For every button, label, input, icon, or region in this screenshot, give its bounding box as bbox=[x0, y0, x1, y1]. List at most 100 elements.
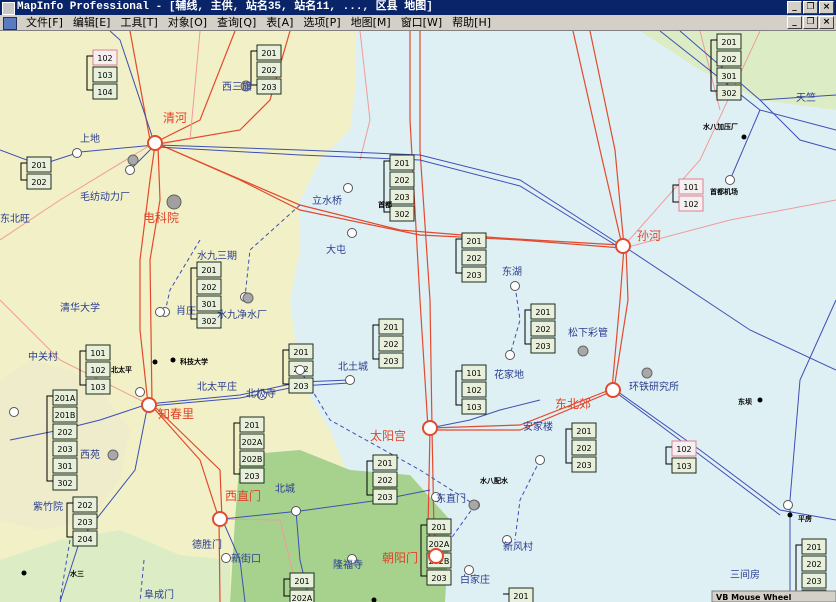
place-label: 清华大学 bbox=[60, 301, 100, 314]
place-label: 西苑 bbox=[80, 448, 100, 461]
place-label: 紫竹院 bbox=[33, 500, 63, 513]
menu-options[interactable]: 选项[P] bbox=[298, 15, 345, 30]
box-label: 201 bbox=[431, 523, 446, 532]
node-icon bbox=[295, 365, 305, 375]
place-label: 水八配水 bbox=[480, 476, 509, 485]
place-label: 首都 bbox=[378, 200, 392, 209]
place-label: 北太平庄 bbox=[197, 380, 237, 393]
box-label: 201 bbox=[201, 266, 216, 275]
box-label: 203 bbox=[77, 518, 92, 527]
place-label: 新街口 bbox=[231, 552, 261, 565]
menu-bar: 文件[F] 编辑[E] 工具[T] 对象[O] 查询[Q] 表[A] 选项[P] 地图[M] 窗… bbox=[0, 15, 836, 31]
node-icon bbox=[510, 281, 520, 291]
node-icon bbox=[464, 565, 474, 575]
red-station-icon bbox=[422, 420, 438, 436]
red-station-label: 朝阳门 bbox=[382, 550, 418, 565]
menu-edit[interactable]: 编辑[E] bbox=[68, 15, 116, 30]
box-label: 202 bbox=[377, 476, 392, 485]
black-dot-icon bbox=[152, 359, 158, 365]
menu-table[interactable]: 表[A] bbox=[261, 15, 298, 30]
place-label: 平房 bbox=[798, 514, 812, 523]
box-label: 201 bbox=[31, 161, 46, 170]
box-label: 201 bbox=[294, 577, 309, 586]
node-icon bbox=[9, 407, 19, 417]
box-label: 201 bbox=[261, 49, 276, 58]
box-label: 202 bbox=[383, 340, 398, 349]
box-label: 102 bbox=[676, 445, 691, 454]
box-label: 202 bbox=[806, 560, 821, 569]
red-station-icon bbox=[428, 548, 444, 564]
red-station-icon bbox=[212, 511, 228, 527]
box-label: 203 bbox=[293, 382, 308, 391]
place-label: 花家地 bbox=[494, 368, 524, 381]
place-label: 中关村 bbox=[28, 350, 58, 363]
close-button[interactable]: × bbox=[819, 1, 834, 14]
map-canvas[interactable]: 102 103 104 201 202 203 201 202 201 202 203 302 201 2… bbox=[0, 31, 836, 602]
box-label: 203 bbox=[383, 357, 398, 366]
minimize-button[interactable]: _ bbox=[787, 1, 802, 14]
box-label: 201B bbox=[55, 411, 76, 420]
box-label: 202 bbox=[721, 55, 736, 64]
place-label: 隆福寺 bbox=[333, 558, 363, 571]
box-label: 201 bbox=[576, 427, 591, 436]
menu-query[interactable]: 查询[Q] bbox=[212, 15, 261, 30]
box-label: 102 bbox=[90, 366, 105, 375]
box-label: 203 bbox=[261, 83, 276, 92]
map-window-icon[interactable] bbox=[3, 17, 17, 30]
restore-button[interactable]: ❐ bbox=[803, 1, 818, 14]
box-label: 202 bbox=[466, 254, 481, 263]
place-label: 西三旗 bbox=[222, 80, 252, 93]
box-label: 302 bbox=[57, 479, 72, 488]
box-label: 101 bbox=[466, 369, 481, 378]
node-icon bbox=[535, 455, 545, 465]
menu-file[interactable]: 文件[F] bbox=[21, 15, 68, 30]
node-icon bbox=[347, 228, 357, 238]
place-label: 首都机场 bbox=[710, 187, 738, 196]
box-label: 202 bbox=[576, 444, 591, 453]
menu-map[interactable]: 地图[M] bbox=[346, 15, 396, 30]
menu-objects[interactable]: 对象[O] bbox=[163, 15, 212, 30]
box-label: 102 bbox=[97, 54, 112, 63]
doc-minimize-button[interactable]: _ bbox=[787, 16, 802, 29]
box-label: 202 bbox=[394, 176, 409, 185]
red-station-icon bbox=[147, 135, 163, 151]
place-label: 阜成门 bbox=[144, 588, 174, 601]
menu-help[interactable]: 帮助[H] bbox=[447, 15, 496, 30]
node-icon bbox=[783, 500, 793, 510]
scroll-strip-label: VB Mouse Wheel bbox=[716, 593, 792, 602]
box-label: 203 bbox=[377, 493, 392, 502]
place-label: 东坝 bbox=[738, 397, 752, 406]
box-label: 102 bbox=[466, 386, 481, 395]
grey-node-icon bbox=[577, 345, 589, 357]
box-label: 203 bbox=[394, 193, 409, 202]
box-label: 202 bbox=[77, 501, 92, 510]
box-label: 202A bbox=[429, 540, 450, 549]
doc-restore-button[interactable]: ❐ bbox=[803, 16, 818, 29]
red-station-icon bbox=[615, 238, 631, 254]
landmark-label: 电科院 bbox=[143, 211, 179, 225]
box-label: 201 bbox=[535, 308, 550, 317]
menu-window[interactable]: 窗口[W] bbox=[396, 15, 447, 30]
grey-node-icon bbox=[107, 449, 119, 461]
place-label: 天竺 bbox=[796, 91, 816, 104]
menu-tools[interactable]: 工具[T] bbox=[115, 15, 162, 30]
map-window[interactable]: 102 103 104 201 202 203 201 202 201 202 203 302 201 2… bbox=[0, 31, 836, 602]
box-label: 201 bbox=[293, 348, 308, 357]
box-label: 301 bbox=[201, 300, 216, 309]
place-label: 北城 bbox=[275, 483, 295, 495]
red-station-icon bbox=[605, 382, 621, 398]
landmark-icon bbox=[166, 194, 182, 210]
node-icon bbox=[125, 165, 135, 175]
grey-node-icon bbox=[641, 367, 653, 379]
node-icon bbox=[155, 307, 165, 317]
box-label: 201 bbox=[383, 323, 398, 332]
place-label: 安家楼 bbox=[523, 420, 553, 433]
box-label: 202 bbox=[31, 178, 46, 187]
place-label: 肖庄 bbox=[176, 304, 196, 317]
map-background bbox=[0, 31, 836, 602]
place-label: 水三 bbox=[70, 569, 84, 578]
box-label: 302 bbox=[394, 210, 409, 219]
doc-close-button[interactable]: × bbox=[819, 16, 834, 29]
place-label: 新风村 bbox=[503, 540, 533, 553]
node-icon bbox=[135, 387, 145, 397]
